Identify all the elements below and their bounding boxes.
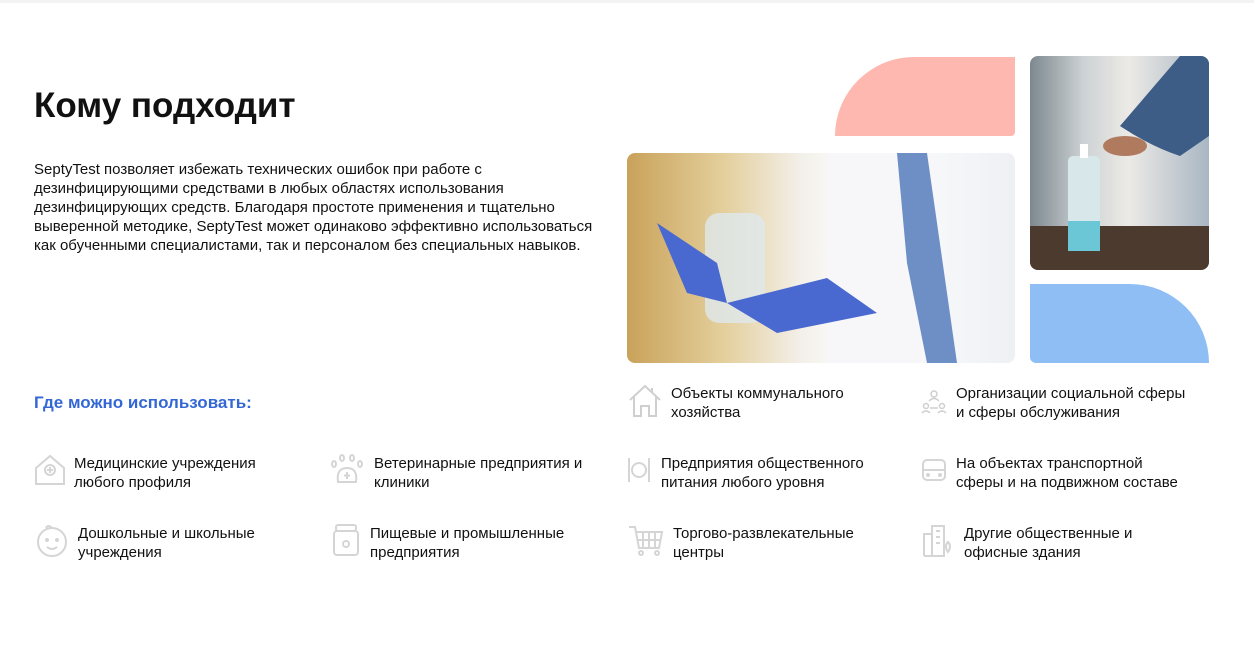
list-item: На объектах транспортной сферы и на подви… — [920, 454, 1178, 492]
list-item: Объекты коммунального хозяйства — [627, 384, 844, 422]
cart-icon — [629, 526, 664, 556]
item-line: Организации социальной сферы — [956, 385, 1186, 402]
item-line: учреждения — [78, 544, 162, 561]
people-icon — [921, 390, 947, 414]
item-line: Предприятия общественного — [661, 455, 864, 472]
hand-sanitizer-photo — [1030, 56, 1209, 270]
item-line: Ветеринарные предприятия и — [374, 455, 583, 472]
house-icon — [629, 384, 661, 417]
plate-cutlery-icon — [628, 458, 650, 482]
medical-house-icon — [35, 454, 65, 485]
item-line: Торгово-развлекательные — [673, 525, 854, 542]
list-item: Торгово-развлекательные центры — [627, 524, 854, 562]
item-line: хозяйства — [671, 404, 741, 421]
item-line: и сферы обслуживания — [956, 404, 1121, 421]
bus-icon — [922, 459, 946, 481]
description: SeptyTest позволяет избежать технических… — [34, 161, 593, 254]
item-line: питания любого уровня — [661, 474, 825, 491]
jar-icon — [333, 524, 359, 556]
list-item: Предприятия общественного питания любого … — [627, 454, 864, 492]
list-item: Медицинские учреждения любого профиля — [34, 454, 256, 492]
list-item: Дошкольные и школьные учреждения — [34, 524, 255, 562]
list-item: Пищевые и промышленные предприятия — [330, 524, 564, 562]
item-line: любого профиля — [74, 474, 191, 491]
item-line: Объекты коммунального — [671, 385, 844, 402]
page-title: Кому подходит — [34, 86, 296, 125]
item-line: центры — [673, 544, 725, 561]
list-item: Организации социальной сферы и сферы обсл… — [920, 384, 1185, 422]
usage-subtitle: Где можно использовать: — [34, 393, 252, 412]
item-line: Другие общественные и — [964, 525, 1133, 542]
item-line: Медицинские учреждения — [74, 455, 256, 472]
item-line: клиники — [374, 474, 430, 491]
paw-icon — [331, 454, 363, 483]
decor-blue-shape — [1030, 284, 1209, 363]
doctor-sanitizer-photo — [627, 153, 1015, 363]
top-divider — [0, 0, 1254, 3]
item-line: сферы и на подвижном составе — [956, 474, 1178, 491]
baby-icon — [37, 525, 67, 557]
building-icon — [923, 525, 951, 557]
item-line: На объектах транспортной — [956, 455, 1143, 472]
item-line: Дошкольные и школьные — [78, 525, 255, 542]
item-line: офисные здания — [964, 544, 1081, 561]
item-line: предприятия — [370, 544, 460, 561]
list-item: Другие общественные и офисные здания — [920, 524, 1132, 562]
decor-pink-shape — [835, 57, 1015, 136]
list-item: Ветеринарные предприятия и клиники — [330, 454, 582, 492]
item-line: Пищевые и промышленные — [370, 525, 565, 542]
